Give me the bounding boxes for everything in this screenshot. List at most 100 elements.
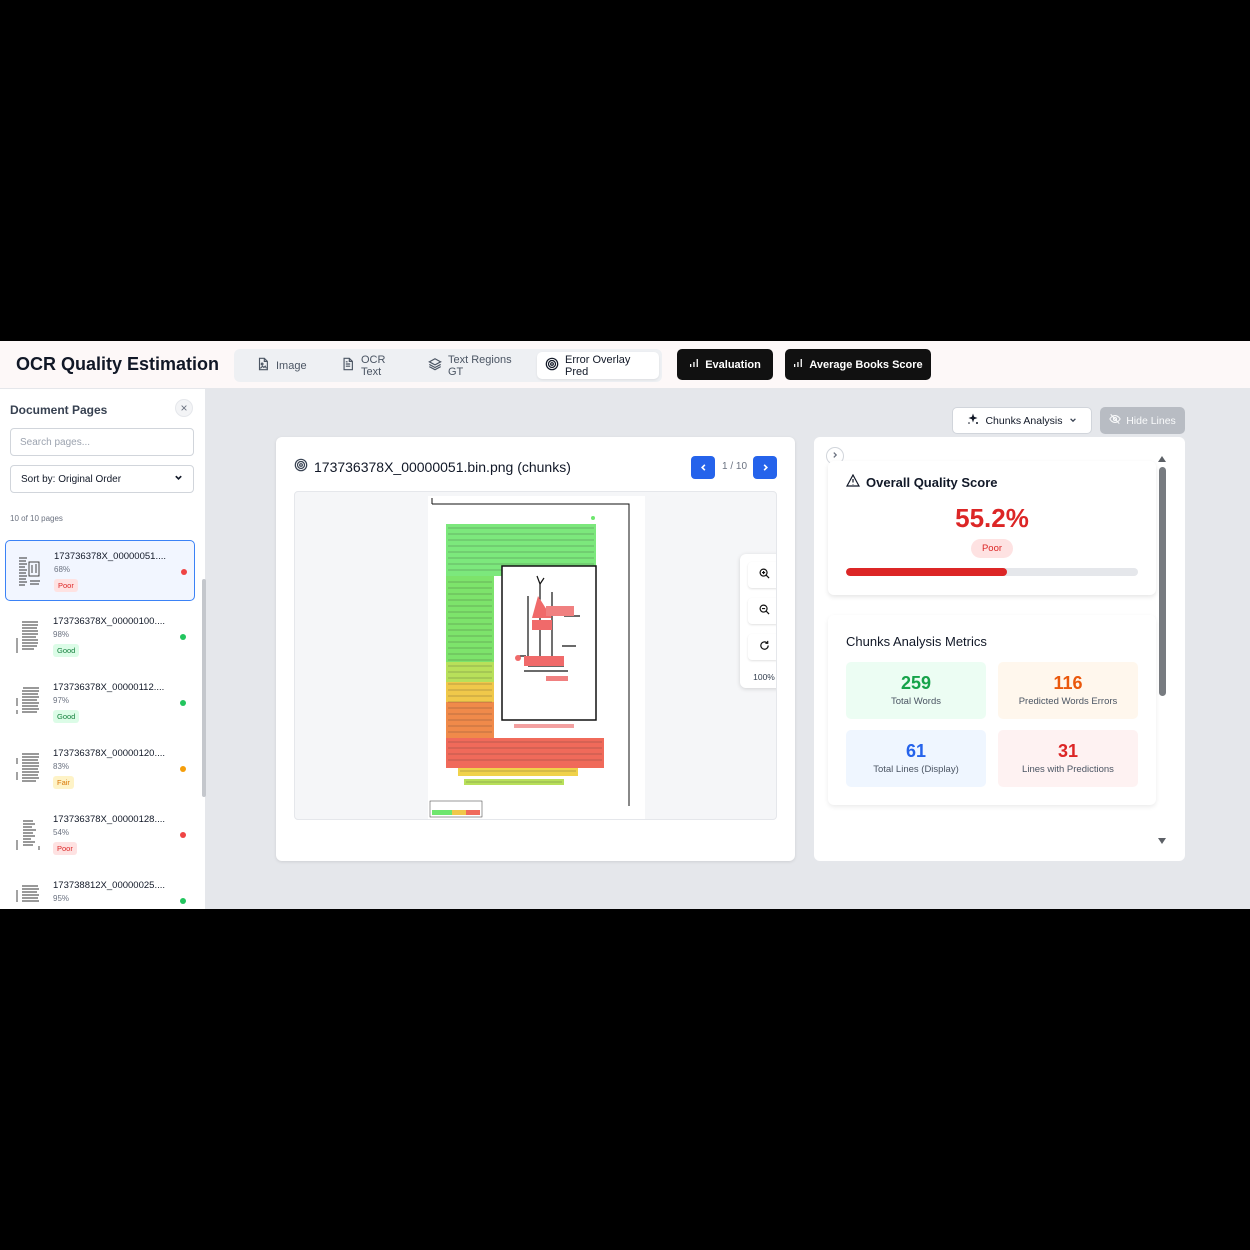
page-thumbnail: [16, 820, 40, 850]
page-list: 173736378X_00000051.... 68% Poor 1737363…: [4, 540, 198, 909]
rotate-icon: [759, 638, 770, 656]
metrics-title: Chunks Analysis Metrics: [846, 634, 987, 649]
chunks-analysis-label: Chunks Analysis: [985, 414, 1063, 427]
status-dot: [180, 898, 186, 904]
page-list-item[interactable]: 173738812X_00000025.... 95%: [5, 870, 195, 909]
page-name: 173736378X_00000100....: [53, 616, 165, 627]
next-page-button[interactable]: [753, 456, 777, 479]
tab-label: OCR Text: [361, 353, 386, 378]
sidebar-scrollbar[interactable]: [202, 579, 206, 797]
status-badge: Good: [53, 710, 80, 723]
zoom-out-button[interactable]: [748, 598, 776, 624]
metric-label: Lines with Predictions: [1022, 764, 1114, 775]
previous-page-button[interactable]: [691, 456, 715, 479]
page-thumbnail: [19, 557, 40, 586]
status-badge: Good: [53, 644, 80, 657]
zoom-in-icon: [759, 566, 770, 584]
average-books-score-button[interactable]: Average Books Score: [785, 349, 931, 380]
viewer-file-name: 173736378X_00000051.bin.png (chunks): [314, 458, 571, 475]
tab-label: Text Regions GT: [448, 353, 512, 378]
tab-ocr-text[interactable]: OCR Text: [333, 352, 415, 379]
quality-score: 55.2%: [955, 503, 1029, 533]
page-list-item[interactable]: 173736378X_00000120.... 83% Fair: [5, 738, 195, 799]
hide-lines-button[interactable]: Hide Lines: [1100, 407, 1185, 434]
warning-icon: [845, 473, 861, 490]
tab-image[interactable]: Image: [248, 352, 314, 379]
sort-select[interactable]: Sort by: Original Order: [10, 465, 194, 493]
tab-error-overlay-pred[interactable]: Error Overlay Pred: [537, 352, 659, 379]
image-viewer-card: 173736378X_00000051.bin.png (chunks) 1 /…: [276, 437, 795, 861]
metric-label: Total Lines (Display): [873, 764, 959, 775]
metric-value: 259: [900, 673, 932, 693]
page-thumbnail: [16, 621, 38, 653]
sidebar-title: Document Pages: [10, 403, 108, 417]
sidebar: Document Pages × Sort by: Original Order…: [0, 389, 206, 909]
tab-label: Image: [276, 359, 307, 372]
page-score: 54%: [53, 828, 70, 837]
text-file-icon: [341, 357, 355, 374]
page-score: 98%: [53, 630, 70, 639]
header: OCR Quality Estimation Image OCR Text Te…: [0, 341, 1250, 389]
page-list-item[interactable]: 173736378X_00000051.... 68% Poor: [5, 540, 195, 601]
metric-total-words: 259 Total Words: [846, 662, 986, 719]
tab-label: Error Overlay Pred: [565, 353, 631, 378]
tab-text-regions-gt[interactable]: Text Regions GT: [420, 352, 532, 379]
target-icon: [294, 458, 308, 475]
page-score: 95%: [53, 894, 70, 903]
image-canvas[interactable]: 100%: [294, 491, 777, 820]
metric-label: Total Words: [891, 696, 941, 707]
status-dot: [180, 766, 186, 772]
metric-lines-with-predictions: 31 Lines with Predictions: [998, 730, 1138, 787]
viewer-title: 173736378X_00000051.bin.png (chunks): [294, 458, 571, 475]
search-input[interactable]: [10, 428, 194, 456]
page-list-item[interactable]: 173736378X_00000100.... 98% Good: [5, 606, 195, 667]
bar-chart-icon: [793, 358, 803, 371]
zoom-controls: 100%: [740, 554, 776, 688]
page-name: 173736378X_00000120....: [53, 748, 165, 759]
layers-icon: [428, 357, 442, 374]
average-books-label: Average Books Score: [809, 358, 923, 371]
page-name: 173736378X_00000128....: [53, 814, 165, 825]
page-name: 173736378X_00000051....: [54, 551, 166, 562]
close-sidebar-button[interactable]: ×: [175, 399, 193, 417]
chevron-left-icon: [699, 459, 708, 477]
metric-value: 61: [905, 741, 927, 761]
close-icon: ×: [180, 401, 188, 415]
chevron-down-icon: [174, 473, 183, 485]
quality-progress-bar: [846, 568, 1138, 576]
scroll-up-arrow[interactable]: [1158, 456, 1166, 462]
page-score: 68%: [54, 565, 71, 574]
zoom-in-button[interactable]: [748, 562, 776, 588]
scroll-down-arrow[interactable]: [1158, 838, 1166, 844]
chunks-metrics-card: Chunks Analysis Metrics 259 Total Words …: [828, 615, 1156, 805]
chunks-analysis-dropdown[interactable]: Chunks Analysis: [952, 407, 1092, 434]
evaluation-button[interactable]: Evaluation: [677, 349, 773, 380]
image-file-icon: [256, 357, 270, 374]
target-icon: [545, 357, 559, 374]
zoom-out-icon: [759, 602, 770, 620]
metric-label: Predicted Words Errors: [1018, 696, 1118, 707]
panel-scrollbar[interactable]: [1159, 467, 1166, 696]
chevron-right-icon: [761, 459, 770, 477]
app-window: OCR Quality Estimation Image OCR Text Te…: [0, 341, 1250, 909]
page-count: 10 of 10 pages: [10, 514, 63, 523]
reset-zoom-button[interactable]: [748, 634, 776, 660]
metric-predicted-word-errors: 116 Predicted Words Errors: [998, 662, 1138, 719]
metric-value: 116: [1053, 673, 1083, 693]
page-name: 173738812X_00000025....: [53, 880, 165, 891]
status-dot: [180, 700, 186, 706]
page-indicator: 1 / 10: [722, 461, 748, 472]
bar-chart-icon: [689, 358, 699, 371]
status-badge: Poor: [54, 579, 78, 592]
page-thumbnail: [16, 687, 39, 714]
page-score: 83%: [53, 762, 70, 771]
page-name: 173736378X_00000112....: [53, 682, 165, 693]
page-list-item[interactable]: 173736378X_00000128.... 54% Poor: [5, 804, 195, 865]
status-dot: [181, 569, 187, 575]
quality-title: Overall Quality Score: [866, 474, 998, 490]
page-list-item[interactable]: 173736378X_00000112.... 97% Good: [5, 672, 195, 733]
status-badge: Poor: [53, 842, 77, 855]
quality-progress-fill: [846, 568, 1008, 576]
metrics-panel: Overall Quality Score 55.2% Poor Chunks …: [814, 437, 1185, 861]
quality-badge: Poor: [971, 539, 1013, 558]
